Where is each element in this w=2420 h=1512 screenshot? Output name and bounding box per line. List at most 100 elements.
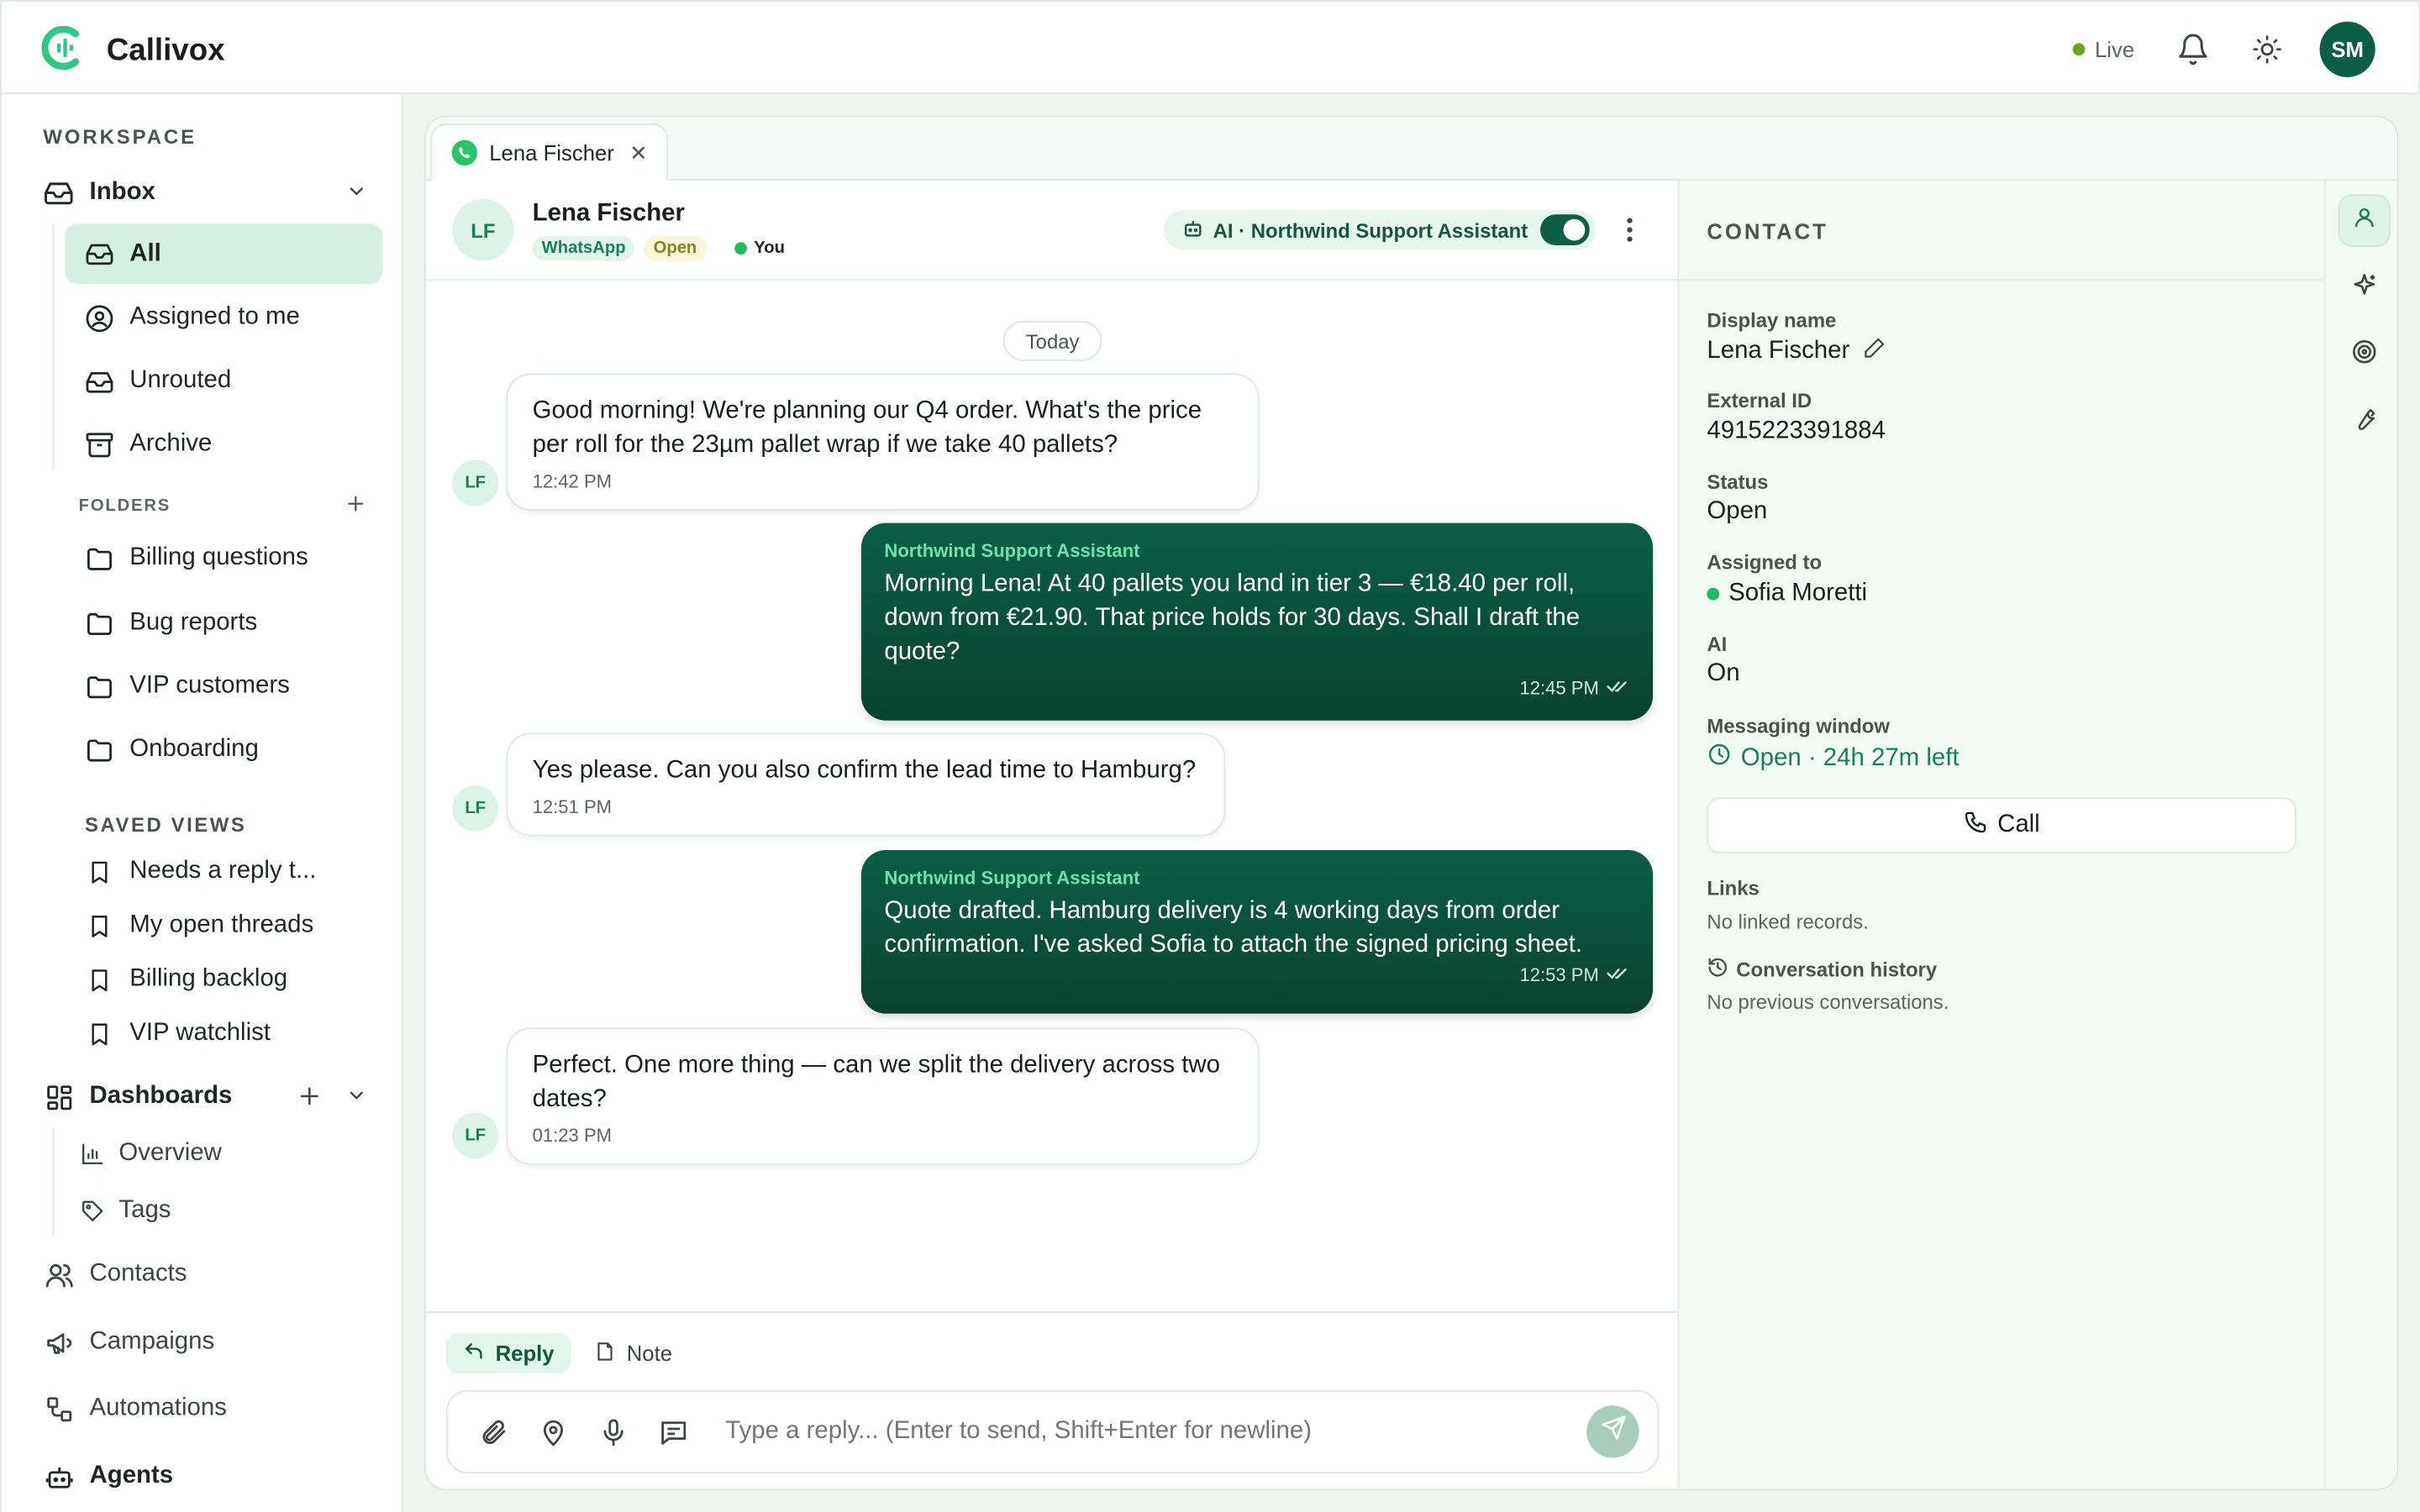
clock-icon xyxy=(1707,742,1731,774)
saved-view-label: Billing backlog xyxy=(129,965,288,992)
folder-label: VIP customers xyxy=(129,672,290,700)
message-avatar: LF xyxy=(452,459,499,507)
note-label: Note xyxy=(626,1341,673,1366)
pencil-icon[interactable] xyxy=(1862,336,1886,367)
message-incoming: Good morning! We're planning our Q4 orde… xyxy=(506,373,1260,511)
robot-icon xyxy=(1182,217,1204,243)
paperclip-icon[interactable] xyxy=(476,1415,509,1448)
chevron-down-icon[interactable] xyxy=(345,181,367,210)
dashboard-overview[interactable]: Overview xyxy=(77,1138,222,1169)
sidebar-item-agents[interactable]: Agents xyxy=(43,1461,173,1492)
message-time: 12:45 PM xyxy=(1519,677,1599,700)
assigned-value[interactable]: Sofia Moretti xyxy=(1707,580,1867,608)
phone-icon xyxy=(1964,809,1988,842)
megaphone-icon xyxy=(43,1327,74,1358)
message-incoming: Perfect. One more thing — can we split t… xyxy=(506,1027,1260,1165)
online-dot-icon xyxy=(734,242,747,255)
tab-bar: Lena Fischer ✕ xyxy=(425,117,2397,181)
external-id-label: External ID xyxy=(1707,388,1812,412)
assigned-label: Assigned to xyxy=(1707,550,1823,575)
sidebar-item-unrouted[interactable]: Unrouted xyxy=(83,365,231,396)
ai-toggle[interactable] xyxy=(1539,214,1590,246)
window-text: Open · 24h 27m left xyxy=(1740,744,1960,771)
message-time: 12:53 PM xyxy=(1519,963,1599,986)
sun-icon[interactable] xyxy=(2249,31,2286,68)
more-vertical-icon[interactable] xyxy=(1618,214,1642,253)
saved-view-my-open-threads[interactable]: My open threads xyxy=(83,911,313,942)
ai-assistant-pill[interactable]: AI · Northwind Support Assistant xyxy=(1163,209,1596,250)
contact-avatar[interactable]: LF xyxy=(452,198,514,261)
saved-view-label: VIP watchlist xyxy=(129,1020,271,1047)
add-folder-icon[interactable] xyxy=(345,494,366,522)
user-circle-icon xyxy=(83,302,114,333)
bar-chart-icon xyxy=(77,1138,108,1169)
tag-icon xyxy=(77,1195,108,1226)
folder-billing-questions[interactable]: Billing questions xyxy=(83,543,308,575)
bookmark-icon xyxy=(83,911,114,942)
user-avatar[interactable]: SM xyxy=(2319,21,2375,77)
reply-input[interactable] xyxy=(725,1417,1590,1446)
send-icon xyxy=(1600,1415,1626,1448)
logo-icon xyxy=(41,24,85,81)
folder-icon xyxy=(83,543,114,575)
message-text: Good morning! We're planning our Q4 orde… xyxy=(532,397,1202,459)
channel-badge: WhatsApp xyxy=(532,236,635,261)
ai-tools-button[interactable] xyxy=(2338,262,2391,314)
folder-icon xyxy=(83,671,114,702)
sidebar-item-label: Automations xyxy=(89,1394,227,1421)
note-icon xyxy=(594,1340,616,1366)
folder-bug-reports[interactable]: Bug reports xyxy=(83,608,257,639)
microphone-icon[interactable] xyxy=(596,1415,629,1448)
tab-conversation[interactable]: Lena Fischer ✕ xyxy=(430,123,669,181)
sidebar-item-dashboards[interactable]: Dashboards xyxy=(43,1082,367,1113)
folder-onboarding[interactable]: Onboarding xyxy=(83,734,259,765)
folder-label: Billing questions xyxy=(129,544,308,571)
saved-view-vip-watchlist[interactable]: VIP watchlist xyxy=(83,1018,271,1049)
sidebar-item-automations[interactable]: Automations xyxy=(43,1394,227,1425)
live-status: Live xyxy=(2073,37,2134,61)
chevron-down-icon[interactable] xyxy=(345,1084,367,1114)
add-dashboard-icon[interactable] xyxy=(297,1084,321,1116)
goals-button[interactable] xyxy=(2338,328,2391,381)
archive-icon xyxy=(83,429,114,460)
dashboard-tags[interactable]: Tags xyxy=(77,1195,171,1226)
message-incoming: Yes please. Can you also confirm the lea… xyxy=(506,732,1226,837)
bell-icon[interactable] xyxy=(2175,31,2212,68)
sidebar: WORKSPACE Inbox All Assigned to me Unrou… xyxy=(0,94,403,1512)
sidebar-item-label: Assigned to me xyxy=(129,303,300,331)
inbox-icon xyxy=(83,365,114,396)
sidebar-item-inbox[interactable]: Inbox xyxy=(43,177,367,208)
status-label: Status xyxy=(1707,470,1769,494)
workspace-label: WORKSPACE xyxy=(43,124,197,149)
sidebar-item-archive[interactable]: Archive xyxy=(83,429,212,460)
reply-tab[interactable]: Reply xyxy=(445,1332,571,1373)
close-icon[interactable]: ✕ xyxy=(629,139,648,165)
folders-label: FOLDERS xyxy=(78,496,171,516)
bookmark-icon xyxy=(83,1018,114,1049)
sidebar-item-all[interactable]: All xyxy=(65,223,383,284)
note-tab[interactable]: Note xyxy=(591,1333,675,1373)
double-check-icon xyxy=(1607,963,1628,987)
assignee-label: You xyxy=(754,239,785,258)
app-name: Callivox xyxy=(106,34,225,68)
sidebar-item-campaigns[interactable]: Campaigns xyxy=(43,1327,214,1358)
contact-tab-button[interactable] xyxy=(2338,194,2391,247)
send-button[interactable] xyxy=(1586,1405,1639,1458)
window-value: Open · 24h 27m left xyxy=(1707,742,1960,774)
dashboard-label: Overview xyxy=(118,1140,222,1167)
location-pin-icon[interactable] xyxy=(535,1415,569,1448)
message-text: Yes please. Can you also confirm the lea… xyxy=(532,757,1197,785)
user-icon xyxy=(2352,204,2376,237)
whatsapp-icon xyxy=(450,139,478,166)
call-button[interactable]: Call xyxy=(1707,797,2297,853)
sidebar-item-contacts[interactable]: Contacts xyxy=(43,1259,187,1290)
ai-label: AI · Northwind Support Assistant xyxy=(1213,218,1528,242)
tools-button[interactable] xyxy=(2338,396,2391,449)
sidebar-item-assigned[interactable]: Assigned to me xyxy=(83,302,300,333)
brand[interactable]: Callivox xyxy=(41,24,225,81)
folder-vip-customers[interactable]: VIP customers xyxy=(83,671,290,702)
template-message-icon[interactable] xyxy=(656,1415,690,1448)
message-meta: 12:45 PM xyxy=(884,675,1628,700)
saved-view-needs-reply[interactable]: Needs a reply t... xyxy=(83,856,316,887)
saved-view-billing-backlog[interactable]: Billing backlog xyxy=(83,964,287,995)
